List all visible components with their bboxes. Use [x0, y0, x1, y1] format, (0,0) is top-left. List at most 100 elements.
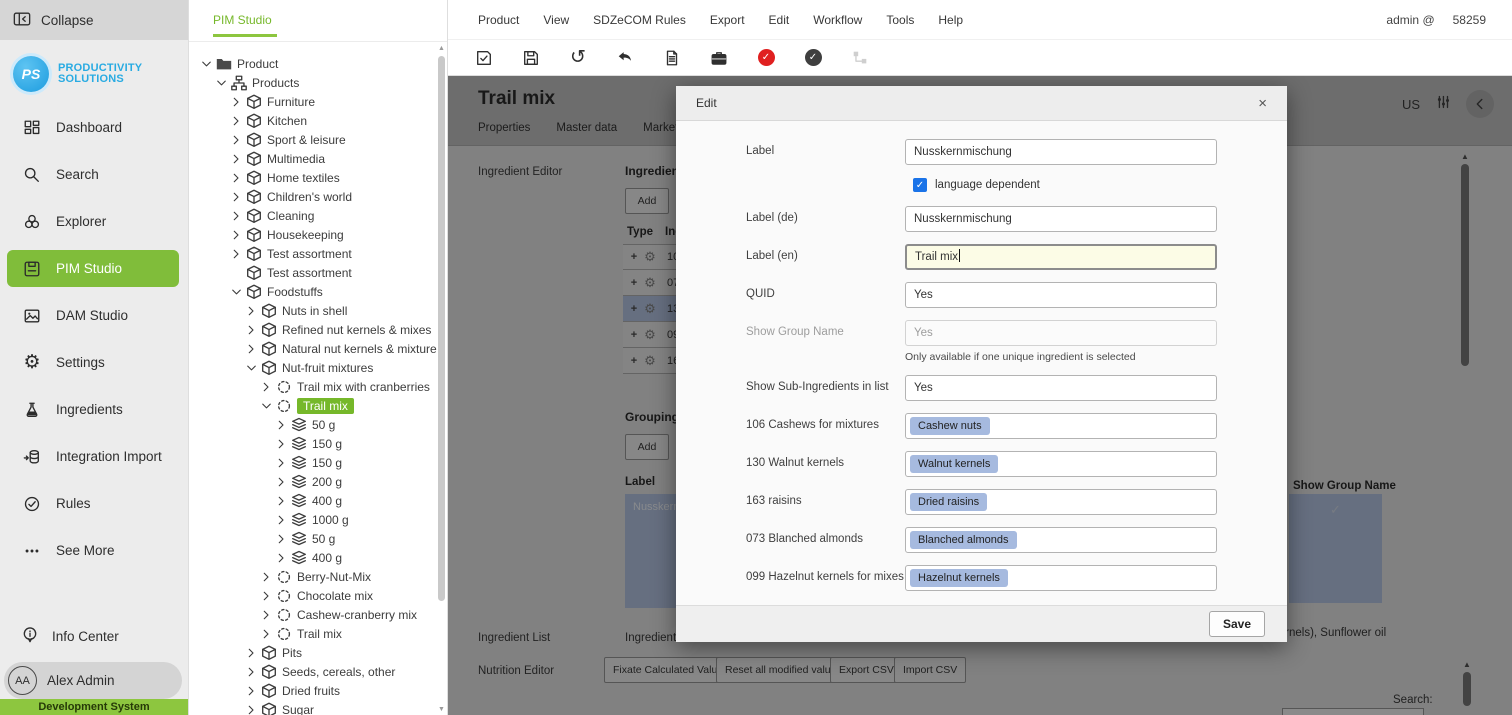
tree-node[interactable]: 200 g	[189, 472, 437, 491]
tree-node[interactable]: Products	[189, 73, 437, 92]
tree-scrollbar-thumb[interactable]	[438, 56, 445, 601]
menu-workflow[interactable]: Workflow	[813, 13, 862, 27]
chevron-right-icon[interactable]	[229, 113, 244, 129]
tree-node[interactable]: Nuts in shell	[189, 301, 437, 320]
save-validate-icon[interactable]	[474, 48, 494, 68]
chevron-right-icon[interactable]	[259, 588, 274, 604]
text-input[interactable]: Yes	[905, 320, 1217, 346]
chevron-right-icon[interactable]	[274, 474, 289, 490]
chevron-right-icon[interactable]	[259, 607, 274, 623]
chevron-right-icon[interactable]	[244, 664, 259, 680]
scroll-up-icon[interactable]: ▲	[437, 45, 446, 52]
tab-pim-studio[interactable]: PIM Studio	[213, 13, 272, 27]
collapse-button[interactable]: Collapse	[0, 0, 188, 40]
chevron-down-icon[interactable]	[199, 56, 214, 72]
ingredient-tag[interactable]: Blanched almonds	[910, 531, 1017, 549]
sidebar-item-rules[interactable]: Rules	[0, 480, 188, 527]
sidebar-item-settings[interactable]: ⚙Settings	[0, 339, 188, 386]
menu-help[interactable]: Help	[938, 13, 963, 27]
user-session[interactable]: admin @58259	[1386, 13, 1486, 27]
tree-node[interactable]: Natural nut kernels & mixtures	[189, 339, 437, 358]
chevron-right-icon[interactable]	[259, 569, 274, 585]
text-input[interactable]: Trail mix	[905, 244, 1217, 270]
ingredient-tag[interactable]: Hazelnut kernels	[910, 569, 1008, 587]
scroll-down-icon[interactable]: ▼	[437, 706, 446, 713]
chevron-right-icon[interactable]	[259, 626, 274, 642]
validation-ok-icon[interactable]: ✓	[803, 48, 823, 68]
tree-node[interactable]: Seeds, cereals, other	[189, 662, 437, 681]
chevron-right-icon[interactable]	[274, 493, 289, 509]
tag-input[interactable]: Hazelnut kernels	[905, 565, 1217, 591]
save-icon[interactable]	[521, 48, 541, 68]
copy-document-icon[interactable]	[662, 48, 682, 68]
menu-product[interactable]: Product	[478, 13, 519, 27]
text-input[interactable]: Nusskernmischung	[905, 139, 1217, 165]
briefcase-icon[interactable]	[709, 48, 729, 68]
tree-node[interactable]: Children's world	[189, 187, 437, 206]
tree-node[interactable]: Test assortment	[189, 244, 437, 263]
chevron-right-icon[interactable]	[229, 189, 244, 205]
tree-node[interactable]: Kitchen	[189, 111, 437, 130]
save-button[interactable]: Save	[1209, 611, 1265, 637]
chevron-right-icon[interactable]	[244, 645, 259, 661]
sidebar-item-search[interactable]: Search	[0, 151, 188, 198]
chevron-down-icon[interactable]	[214, 75, 229, 91]
menu-tools[interactable]: Tools	[886, 13, 914, 27]
chevron-right-icon[interactable]	[274, 531, 289, 547]
tree-node[interactable]: 50 g	[189, 415, 437, 434]
tree-node[interactable]: 50 g	[189, 529, 437, 548]
menu-view[interactable]: View	[543, 13, 569, 27]
close-icon[interactable]: ×	[1258, 96, 1267, 111]
tree-node[interactable]: Multimedia	[189, 149, 437, 168]
ingredient-tag[interactable]: Walnut kernels	[910, 455, 998, 473]
tree-node[interactable]: Berry-Nut-Mix	[189, 567, 437, 586]
chevron-right-icon[interactable]	[229, 227, 244, 243]
chevron-right-icon[interactable]	[229, 151, 244, 167]
tree-node[interactable]: Pits	[189, 643, 437, 662]
sidebar-item-dam-studio[interactable]: DAM Studio	[0, 292, 188, 339]
tree-node[interactable]: Foodstuffs	[189, 282, 437, 301]
tree-node[interactable]: Refined nut kernels & mixes	[189, 320, 437, 339]
menu-edit[interactable]: Edit	[769, 13, 790, 27]
tree-node[interactable]: Housekeeping	[189, 225, 437, 244]
tree-node[interactable]: Dried fruits	[189, 681, 437, 700]
chevron-right-icon[interactable]	[229, 94, 244, 110]
sidebar-item-see-more[interactable]: See More	[0, 527, 188, 574]
text-input[interactable]: Yes	[905, 282, 1217, 308]
tree-node[interactable]: Trail mix with cranberries	[189, 377, 437, 396]
tag-input[interactable]: Dried raisins	[905, 489, 1217, 515]
chevron-right-icon[interactable]	[274, 550, 289, 566]
sidebar-item-explorer[interactable]: Explorer	[0, 198, 188, 245]
refresh-icon[interactable]: ↺	[568, 48, 588, 68]
tree-node[interactable]: 1000 g	[189, 510, 437, 529]
chevron-right-icon[interactable]	[274, 417, 289, 433]
sidebar-item-dashboard[interactable]: Dashboard	[0, 104, 188, 151]
ingredient-tag[interactable]: Cashew nuts	[910, 417, 990, 435]
menu-sdzecom-rules[interactable]: SDZeCOM Rules	[593, 13, 686, 27]
text-input[interactable]: Yes	[905, 375, 1217, 401]
language-dependent-checkbox[interactable]: ✓	[913, 178, 927, 192]
tree-node[interactable]: Home textiles	[189, 168, 437, 187]
sidebar-item-integration-import[interactable]: Integration Import	[0, 433, 188, 480]
tree-node[interactable]: Furniture	[189, 92, 437, 111]
chevron-right-icon[interactable]	[244, 341, 259, 357]
workflow-disabled-icon[interactable]	[850, 48, 870, 68]
tree-node[interactable]: 400 g	[189, 491, 437, 510]
tree-node[interactable]: 150 g	[189, 434, 437, 453]
tree-node[interactable]: Sugar	[189, 700, 437, 715]
sidebar-item-pim-studio[interactable]: PIM Studio	[0, 245, 188, 292]
tree-node[interactable]: Cashew-cranberry mix	[189, 605, 437, 624]
tree-node[interactable]: Product	[189, 54, 437, 73]
tree-scrollbar[interactable]: ▲ ▼	[437, 42, 446, 715]
chevron-down-icon[interactable]	[229, 284, 244, 300]
tree-node[interactable]: Cleaning	[189, 206, 437, 225]
sidebar-item-info-center[interactable]: Info Center	[0, 614, 188, 658]
tree-node[interactable]: Test assortment	[189, 263, 437, 282]
tree-node[interactable]: Trail mix	[189, 396, 437, 415]
chevron-right-icon[interactable]	[259, 379, 274, 395]
ingredient-tag[interactable]: Dried raisins	[910, 493, 987, 511]
tree-node[interactable]: Sport & leisure	[189, 130, 437, 149]
text-input[interactable]: Nusskernmischung	[905, 206, 1217, 232]
chevron-right-icon[interactable]	[244, 322, 259, 338]
chevron-right-icon[interactable]	[229, 208, 244, 224]
